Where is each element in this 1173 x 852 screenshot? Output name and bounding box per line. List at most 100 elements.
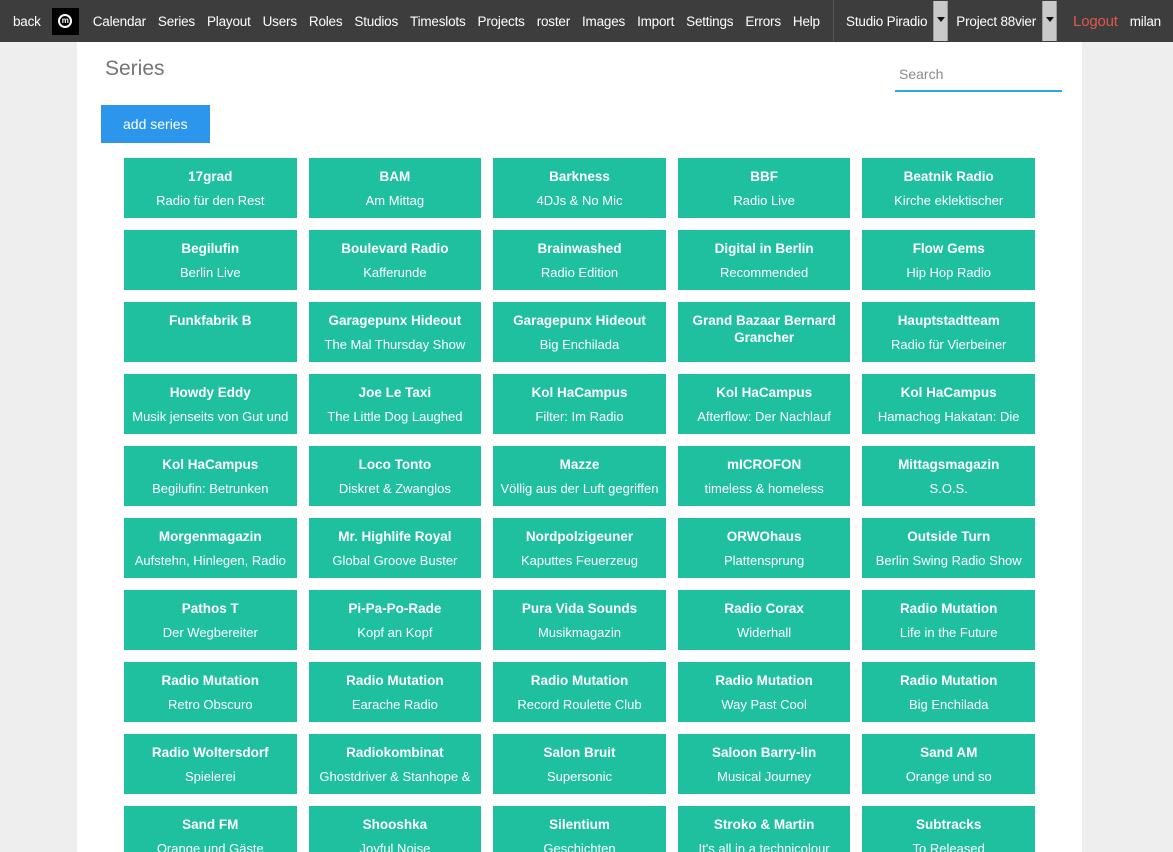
series-card[interactable]: Salon BruitSupersonic <box>493 734 666 794</box>
nav-item-users[interactable]: Users <box>257 14 303 29</box>
series-card[interactable]: Kol HaCampusAfterflow: Der Nachlauf <box>678 374 851 434</box>
search-input[interactable] <box>895 60 1062 92</box>
series-card[interactable]: Garagepunx HideoutBig Enchilada <box>493 302 666 362</box>
series-card[interactable]: Radio MutationBig Enchilada <box>862 662 1035 722</box>
series-card[interactable]: Radio MutationWay Past Cool <box>678 662 851 722</box>
nav-item-timeslots[interactable]: Timeslots <box>404 14 471 29</box>
series-card[interactable]: Radio MutationRetro Obscuro <box>124 662 297 722</box>
nav-item-series[interactable]: Series <box>152 14 201 29</box>
series-card[interactable]: Pathos TDer Wegbereiter <box>124 590 297 650</box>
series-subtitle: Afterflow: Der Nachlauf <box>680 408 849 425</box>
series-subtitle: Plattensprung <box>680 552 849 569</box>
series-subtitle: Widerhall <box>680 624 849 641</box>
series-card[interactable]: BAMAm Mittag <box>309 158 482 218</box>
series-card[interactable]: Grand Bazaar Bernard Grancher <box>678 302 851 362</box>
nav-menu: back m CalendarSeriesPlayoutUsersRolesSt… <box>7 8 827 35</box>
series-card[interactable]: Howdy EddyMusik jenseits von Gut und <box>124 374 297 434</box>
series-card[interactable]: BBFRadio Live <box>678 158 851 218</box>
search-box <box>895 60 1062 92</box>
series-card[interactable]: Mr. Highlife RoyalGlobal Groove Buster <box>309 518 482 578</box>
add-series-button[interactable]: add series <box>101 105 210 143</box>
chevron-down-icon[interactable] <box>933 1 948 41</box>
series-card[interactable]: BegilufinBerlin Live <box>124 230 297 290</box>
nav-item-projects[interactable]: Projects <box>472 14 531 29</box>
series-title: Brainwashed <box>495 240 664 257</box>
back-button[interactable]: back <box>7 14 47 29</box>
series-title: Begilufin <box>126 240 295 257</box>
project-select[interactable]: Project 88vier <box>956 0 1057 42</box>
series-subtitle: Kopf an Kopf <box>311 624 480 641</box>
chevron-down-icon[interactable] <box>1042 1 1057 41</box>
series-subtitle: Orange und Gäste <box>126 840 295 852</box>
series-card[interactable]: Sand FMOrange und Gäste <box>124 806 297 852</box>
series-card[interactable]: Saloon Barry-linMusical Journey <box>678 734 851 794</box>
nav-item-studios[interactable]: Studios <box>348 14 404 29</box>
series-subtitle: Filter: Im Radio <box>495 408 664 425</box>
series-card[interactable]: Pi-Pa-Po-RadeKopf an Kopf <box>309 590 482 650</box>
series-title: Subtracks <box>864 816 1033 833</box>
nav-item-errors[interactable]: Errors <box>739 14 787 29</box>
nav-item-images[interactable]: Images <box>576 14 631 29</box>
series-card[interactable]: Beatnik RadioKirche eklektischer <box>862 158 1035 218</box>
series-subtitle: Hamachog Hakatan: Die <box>864 408 1033 425</box>
series-title: Mr. Highlife Royal <box>311 528 480 545</box>
series-card[interactable]: 17gradRadio für den Rest <box>124 158 297 218</box>
series-card[interactable]: BrainwashedRadio Edition <box>493 230 666 290</box>
series-subtitle: Hip Hop Radio <box>864 264 1033 281</box>
series-card[interactable]: Radio MutationEarache Radio <box>309 662 482 722</box>
series-title: Funkfabrik B <box>126 312 295 329</box>
series-card[interactable]: Kol HaCampusHamachog Hakatan: Die <box>862 374 1035 434</box>
series-card[interactable]: Radio Corax Widerhall <box>678 590 851 650</box>
series-card[interactable]: ORWOhausPlattensprung <box>678 518 851 578</box>
series-card[interactable]: SubtracksTo Released <box>862 806 1035 852</box>
nav-item-import[interactable]: Import <box>631 14 680 29</box>
series-subtitle: Ghostdriver & Stanhope & <box>311 768 480 785</box>
series-card[interactable]: Radio MutationLife in the Future <box>862 590 1035 650</box>
app-logo[interactable]: m <box>52 8 79 35</box>
series-card[interactable]: MittagsmagazinS.O.S. <box>862 446 1035 506</box>
series-card[interactable]: mICROFONtimeless & homeless <box>678 446 851 506</box>
series-card[interactable]: Joe Le TaxiThe Little Dog Laughed <box>309 374 482 434</box>
series-card[interactable]: MazzeVöllig aus der Luft gegriffen <box>493 446 666 506</box>
series-subtitle: Orange und so <box>864 768 1033 785</box>
series-card[interactable]: Kol HaCampusFilter: Im Radio <box>493 374 666 434</box>
series-card[interactable]: SilentiumGeschichten <box>493 806 666 852</box>
series-card[interactable]: Stroko & MartinIt's all in a technicolou… <box>678 806 851 852</box>
series-card[interactable]: Radio MutationRecord Roulette Club <box>493 662 666 722</box>
nav-item-help[interactable]: Help <box>787 14 826 29</box>
top-navbar: back m CalendarSeriesPlayoutUsersRolesSt… <box>0 0 1173 42</box>
studio-select[interactable]: Studio Piradio <box>846 0 948 42</box>
nav-item-settings[interactable]: Settings <box>680 14 739 29</box>
series-title: Radio Mutation <box>864 672 1033 689</box>
series-card[interactable]: HauptstadtteamRadio für Vierbeiner <box>862 302 1035 362</box>
logout-button[interactable]: Logout <box>1073 13 1118 30</box>
series-card[interactable]: Sand AMOrange und so <box>862 734 1035 794</box>
series-subtitle: Musikmagazin <box>495 624 664 641</box>
series-card[interactable]: Outside TurnBerlin Swing Radio Show <box>862 518 1035 578</box>
series-card[interactable]: Barkness4DJs & No Mic <box>493 158 666 218</box>
series-card[interactable]: Pura Vida SoundsMusikmagazin <box>493 590 666 650</box>
series-subtitle: Kaputtes Feuerzeug <box>495 552 664 569</box>
series-title: Radio Corax <box>680 600 849 617</box>
series-card[interactable]: ShooshkaJoyful Noise <box>309 806 482 852</box>
series-title: Radio Woltersdorf <box>126 744 295 761</box>
series-card[interactable]: NordpolzigeunerKaputtes Feuerzeug <box>493 518 666 578</box>
nav-item-roster[interactable]: roster <box>531 14 576 29</box>
series-title: Flow Gems <box>864 240 1033 257</box>
series-card[interactable]: RadiokombinatGhostdriver & Stanhope & <box>309 734 482 794</box>
series-card[interactable]: Digital in BerlinRecommended <box>678 230 851 290</box>
series-card[interactable]: Radio WoltersdorfSpielerei <box>124 734 297 794</box>
series-card[interactable]: Flow Gems Hip Hop Radio <box>862 230 1035 290</box>
series-subtitle: The Little Dog Laughed <box>311 408 480 425</box>
content-container: Series add series 17gradRadio für den Re… <box>77 42 1082 852</box>
nav-item-playout[interactable]: Playout <box>201 14 257 29</box>
series-card[interactable]: Boulevard RadioKafferunde <box>309 230 482 290</box>
series-card[interactable]: Kol HaCampusBegilufin: Betrunken <box>124 446 297 506</box>
nav-item-calendar[interactable]: Calendar <box>87 14 152 29</box>
series-subtitle: Berlin Swing Radio Show <box>864 552 1033 569</box>
nav-item-roles[interactable]: Roles <box>303 14 349 29</box>
series-card[interactable]: MorgenmagazinAufstehn, Hinlegen, Radio <box>124 518 297 578</box>
series-card[interactable]: Garagepunx HideoutThe Mal Thursday Show <box>309 302 482 362</box>
series-card[interactable]: Funkfabrik B <box>124 302 297 362</box>
series-card[interactable]: Loco TontoDiskret & Zwanglos <box>309 446 482 506</box>
